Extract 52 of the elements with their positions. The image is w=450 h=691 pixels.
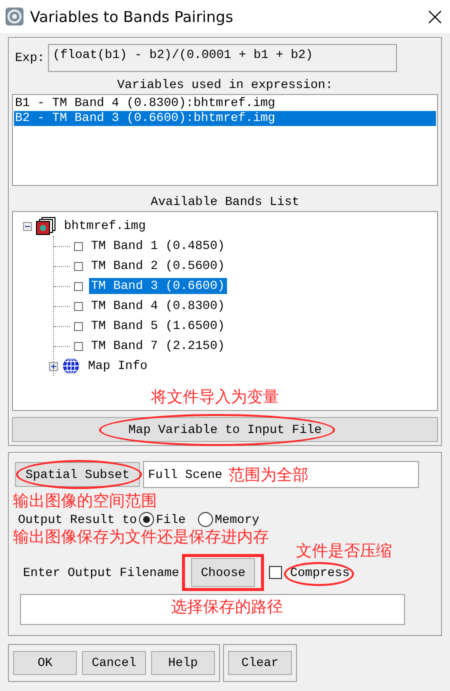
annotation-note: 文件是否压缩 (296, 540, 392, 560)
band-icon (74, 282, 83, 290)
band-icon (74, 342, 83, 350)
dialog-button[interactable]: Cancel (82, 651, 146, 675)
band-item[interactable]: TM Band 5 (1.6500) (89, 318, 227, 334)
band-item[interactable]: TM Band 4 (0.8300) (89, 298, 227, 314)
band-icon (74, 262, 83, 270)
section-heading: Available Bands List (150, 195, 300, 209)
tree-item[interactable]: bhtmref.img (62, 218, 148, 234)
band-item[interactable]: TM Band 2 (0.5600) (89, 258, 227, 274)
filename-field[interactable] (20, 594, 405, 625)
expression-field[interactable]: (float(b1) - b2)/(0.0001 + b1 + b2) (48, 44, 397, 72)
annotation-note: 范围为全部 (228, 465, 308, 484)
radio-label[interactable]: File (156, 512, 186, 526)
annotation-note: 选择保存的路径 (171, 597, 284, 616)
band-icon (74, 302, 83, 310)
dialog-button[interactable]: Clear (228, 651, 292, 675)
radio-label[interactable]: Memory (214, 512, 260, 526)
filename-label: Enter Output Filename (23, 566, 180, 580)
dialog-button[interactable]: OK (13, 651, 77, 675)
annotation-note: 将文件导入为变量 (151, 387, 279, 406)
band-list[interactable]: bhtmref.img TM Band 1 (0.4850) TM Band 2 (0.5600) TM Band 3 (0.6600) TM Band 4 (0.8300) TM Band 5 (1.6500) TM Band 7 (2.2150) Map Info 将文件导入为变量 (12, 211, 438, 411)
output-label: Output Result to (18, 512, 137, 526)
band-icon (74, 322, 83, 330)
dialog-button[interactable]: Help (151, 651, 215, 675)
expand-toggle[interactable] (49, 362, 58, 370)
band-icon (74, 242, 83, 250)
band-item[interactable]: TM Band 1 (0.4850) (89, 238, 227, 254)
variable-item[interactable]: B1 - TM Band 4 (0.8300):bhtmref.img (14, 96, 436, 111)
image-file-icon (36, 217, 56, 235)
collapse-toggle[interactable] (23, 222, 32, 230)
variable-item[interactable]: B2 - TM Band 3 (0.6600):bhtmref.img (14, 111, 436, 126)
annotation-note: 输出图像保存为文件还是保存进内存 (13, 527, 270, 546)
map-variable-button[interactable]: Map Variable to Input File (12, 417, 438, 442)
variable-list[interactable]: B1 - TM Band 4 (0.8300):bhtmref.img B2 - TM Band 3 (0.6600):bhtmref.img (12, 94, 438, 186)
close-icon[interactable] (428, 10, 442, 24)
scene-value: Full Scene (148, 468, 222, 482)
choose-button[interactable]: Choose (191, 558, 256, 587)
compress-checkbox[interactable] (269, 566, 282, 579)
app-icon (5, 7, 24, 26)
window-title: Variables to Bands Pairings (30, 8, 234, 26)
section-heading: Variables used in expression: (116, 78, 334, 92)
radio-button[interactable] (198, 512, 213, 527)
radio-button[interactable] (138, 512, 154, 527)
tree-item[interactable]: Map Info (86, 358, 150, 374)
annotation-note: 输出图像的空间范围 (13, 491, 158, 510)
compress-label[interactable]: Compress (290, 566, 350, 580)
band-item[interactable]: TM Band 3 (0.6600) (89, 278, 227, 294)
spatial-subset-button[interactable]: Spatial Subset (15, 462, 140, 487)
band-item[interactable]: TM Band 7 (2.2150) (89, 338, 227, 354)
expression-label: Exp: (15, 51, 45, 65)
globe-icon (62, 357, 80, 375)
